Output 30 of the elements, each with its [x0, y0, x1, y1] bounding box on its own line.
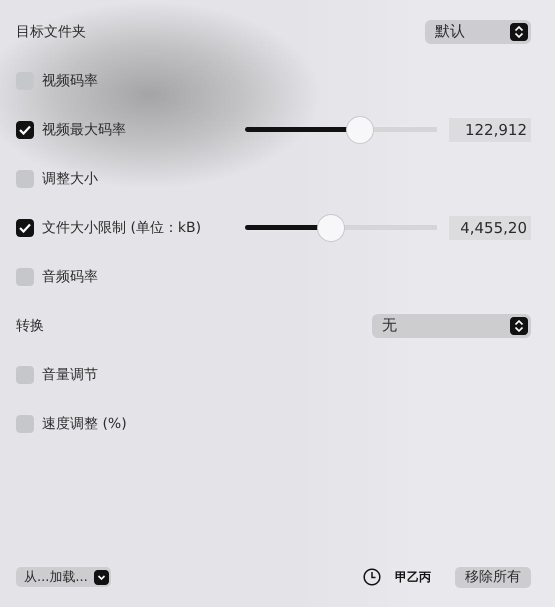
checkbox-label: 视频最大码率: [42, 120, 126, 138]
checkbox[interactable]: [16, 366, 34, 384]
popup-menu[interactable]: 无: [372, 314, 531, 338]
setting-label: 转换: [16, 316, 44, 334]
slider-thumb[interactable]: [346, 116, 374, 144]
checkbox[interactable]: [16, 414, 34, 432]
stepper-icon: [510, 316, 528, 334]
checkmark-icon: [19, 222, 31, 232]
checkbox-label: 音量调节: [42, 366, 98, 384]
value-field[interactable]: 4,455,20: [449, 216, 531, 240]
load-menu[interactable]: 从...加载...: [16, 567, 111, 587]
checkbox[interactable]: [16, 120, 34, 138]
chevron-down-icon: [94, 570, 109, 584]
setting-label: 目标文件夹: [16, 22, 86, 40]
slider-thumb[interactable]: [317, 214, 346, 242]
stepper-icon: [510, 22, 528, 40]
clock-label: 甲乙丙: [395, 568, 431, 586]
checkbox-label: 调整大小: [42, 170, 98, 188]
checkbox-label: 速度调整 (%): [42, 414, 127, 432]
value-field[interactable]: 122,912: [449, 118, 531, 142]
checkbox-label: 文件大小限制 (单位：kB): [42, 218, 202, 236]
checkmark-icon: [19, 124, 31, 134]
checkbox[interactable]: [16, 170, 34, 188]
checkbox-label: 音频码率: [42, 268, 98, 286]
remove-all-button[interactable]: 移除所有: [455, 566, 531, 588]
checkbox[interactable]: [16, 268, 34, 286]
checkbox-label: 视频码率: [42, 72, 98, 90]
checkbox[interactable]: [16, 218, 34, 236]
clock-icon[interactable]: [363, 568, 381, 586]
popup-menu[interactable]: 默认: [425, 20, 531, 44]
